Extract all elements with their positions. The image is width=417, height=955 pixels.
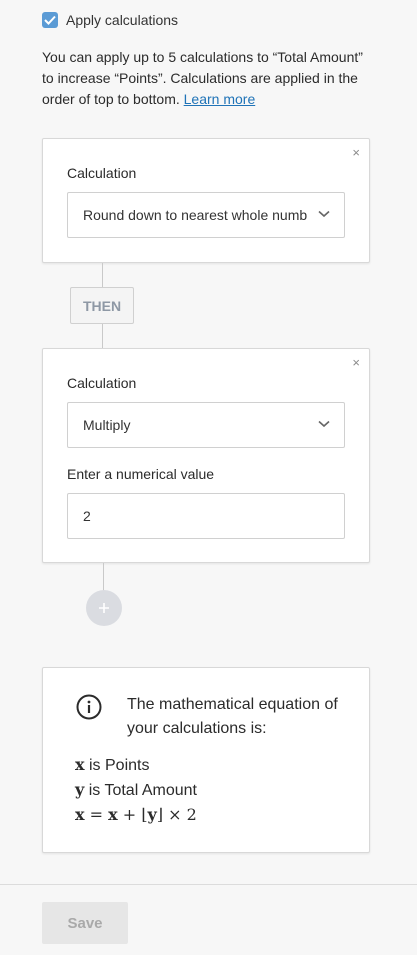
equation-info-card: The mathematical equation of your calcul… xyxy=(42,667,370,853)
y-variable: y xyxy=(75,780,85,799)
apply-calculations-row[interactable]: Apply calculations xyxy=(42,12,178,28)
y-definition: y is Total Amount xyxy=(75,778,197,803)
eq-equals: = xyxy=(84,805,109,824)
connector-line-top xyxy=(102,263,103,287)
calculation-2-select[interactable]: Multiply xyxy=(67,402,345,448)
numerical-value-text: 2 xyxy=(83,508,91,524)
remove-calculation-2-icon[interactable]: × xyxy=(352,355,360,370)
calculation-1-label: Calculation xyxy=(67,165,137,181)
x-description: is Points xyxy=(84,757,150,774)
check-icon xyxy=(44,15,56,25)
apply-calculations-checkbox[interactable] xyxy=(42,12,58,28)
intro-text: You can apply up to 5 calculations to “T… xyxy=(42,47,372,110)
eq-plus: + xyxy=(117,805,142,824)
apply-calculations-label: Apply calculations xyxy=(66,12,179,28)
connector-line-bottom xyxy=(102,324,103,348)
calculation-2-label: Calculation xyxy=(67,375,137,391)
eq-times: × xyxy=(163,805,187,824)
calculation-card-1: × Calculation Round down to nearest whol… xyxy=(42,138,370,263)
add-calculation-button[interactable] xyxy=(86,590,122,626)
eq-y: y xyxy=(147,805,157,824)
connector-line-add xyxy=(103,563,104,591)
learn-more-link[interactable]: Learn more xyxy=(184,91,256,107)
eq-x: x xyxy=(108,805,118,824)
calculation-1-select[interactable]: Round down to nearest whole number xyxy=(67,192,345,238)
equation-formula: x = x + ⌊y⌋ × 2 xyxy=(75,803,197,827)
calculation-card-2: × Calculation Multiply Enter a numerical… xyxy=(42,348,370,563)
calculation-2-value: Multiply xyxy=(83,417,131,433)
chevron-down-icon xyxy=(318,420,330,428)
numerical-value-label: Enter a numerical value xyxy=(67,466,215,482)
x-variable: x xyxy=(75,755,85,774)
then-badge: THEN xyxy=(70,287,134,324)
plus-icon xyxy=(99,603,109,613)
info-icon xyxy=(76,694,102,720)
equation-heading: The mathematical equation of your calcul… xyxy=(127,696,338,737)
save-button[interactable]: Save xyxy=(42,902,128,944)
eq-lhs: x xyxy=(75,805,85,824)
calculation-1-value: Round down to nearest whole number xyxy=(83,207,307,223)
numerical-value-input[interactable]: 2 xyxy=(67,493,345,539)
remove-calculation-1-icon[interactable]: × xyxy=(352,145,360,160)
y-description: is Total Amount xyxy=(84,782,197,799)
chevron-down-icon xyxy=(318,210,330,218)
eq-factor: 2 xyxy=(186,805,197,824)
equation-lines: x is Points y is Total Amount x = x + ⌊y… xyxy=(75,753,197,827)
x-definition: x is Points xyxy=(75,753,197,778)
